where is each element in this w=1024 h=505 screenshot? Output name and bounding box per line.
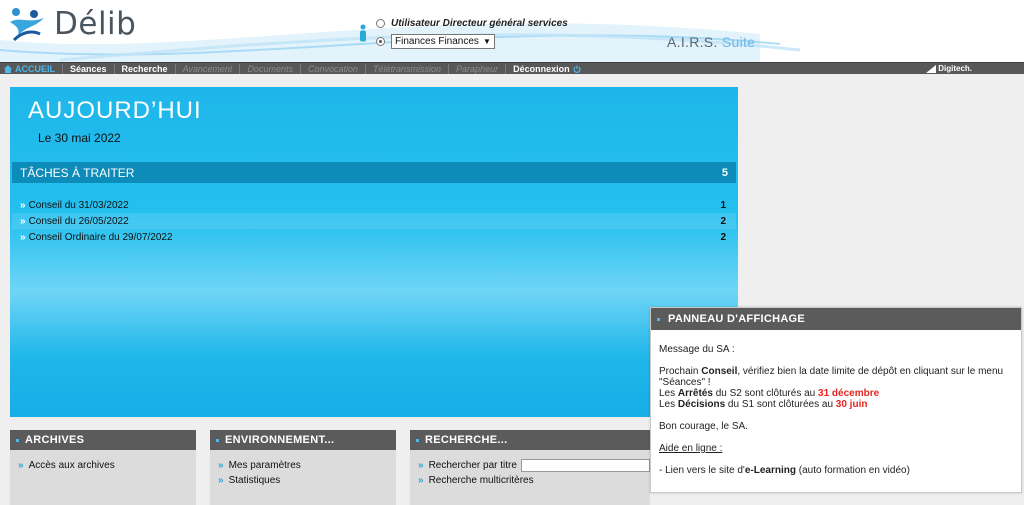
- task-row[interactable]: » Conseil du 31/03/2022 1: [12, 197, 736, 213]
- nav-item-convocation: Convocation: [299, 63, 365, 74]
- search-title-input[interactable]: [520, 459, 650, 472]
- billboard-header: PANNEAU D'AFFICHAGE: [651, 308, 1021, 330]
- task-row[interactable]: » Conseil Ordinaire du 29/07/2022 2: [12, 229, 736, 245]
- environnement-header: ENVIRONNEMENT...: [210, 430, 396, 450]
- elearning-link[interactable]: - Lien vers le site d'e-Learning (auto f…: [659, 465, 1013, 476]
- app-name: Délib: [54, 6, 137, 42]
- nav-item-seances[interactable]: Séances: [62, 63, 114, 74]
- task-row[interactable]: » Conseil du 26/05/2022 2: [12, 213, 736, 229]
- delib-logo-icon: [10, 8, 44, 42]
- task-label: Conseil du 26/05/2022: [28, 215, 129, 227]
- billboard-panel: PANNEAU D'AFFICHAGE Message du SA : Proc…: [650, 307, 1022, 493]
- chevron-down-icon: ▼: [482, 37, 491, 46]
- nav-item-parapheur: Parapheur: [448, 63, 505, 74]
- today-date: Le 30 mai 2022: [38, 131, 121, 145]
- app-header: Délib Utilisateur Directeur général serv…: [0, 0, 1024, 62]
- help-title: Aide en ligne :: [659, 443, 723, 454]
- nav-item-teletransmission: Télétransmission: [365, 63, 448, 74]
- bullet-icon: »: [18, 460, 24, 471]
- airs-suite-brand: A.I.R.S. Suite: [667, 34, 755, 50]
- nav-item-accueil[interactable]: ACCUEIL: [0, 64, 62, 74]
- square-icon: [657, 317, 660, 321]
- user-icon: [360, 24, 366, 42]
- environnement-panel: ENVIRONNEMENT... » Mes paramètres » Statis…: [210, 430, 396, 505]
- billboard-intro: Message du SA :: [659, 344, 735, 355]
- billboard-message: Message du SA : Prochain Conseil, vérifi…: [651, 330, 1021, 476]
- bullet-icon: »: [218, 460, 224, 471]
- user-radio[interactable]: [376, 19, 385, 28]
- today-title: AUJOURD’HUI: [28, 97, 202, 124]
- bullet-icon: »: [20, 215, 26, 227]
- billboard-line-decisions: Les Décisions du S1 sont clôturées au 30…: [659, 399, 868, 410]
- bullet-icon: »: [418, 475, 424, 486]
- tasks-header: TÂCHES À TRAITER 5: [12, 162, 736, 183]
- nav-item-documents: Documents: [239, 63, 300, 74]
- nav-item-avancement: Avancement: [174, 63, 240, 74]
- recherche-header: RECHERCHE...: [410, 430, 650, 450]
- power-icon: [573, 65, 581, 73]
- task-count: 1: [720, 199, 726, 211]
- home-icon: [4, 64, 12, 73]
- task-count: 2: [720, 215, 726, 227]
- square-icon: [416, 438, 419, 442]
- user-label: Utilisateur Directeur général services: [391, 18, 568, 29]
- header-swoosh-decoration: [0, 23, 801, 62]
- service-radio[interactable]: [376, 37, 385, 46]
- task-label: Conseil du 31/03/2022: [28, 199, 129, 211]
- nav-item-recherche[interactable]: Recherche: [113, 63, 175, 74]
- delib-logo[interactable]: Délib: [6, 4, 136, 44]
- bullet-icon: »: [218, 475, 224, 486]
- tasks-title: TÂCHES À TRAITER: [20, 165, 135, 180]
- billboard-signoff: Bon courage, le SA.: [659, 421, 748, 432]
- billboard-line-conseil: Prochain Conseil, vérifiez bien la date …: [659, 366, 1004, 388]
- nav-item-deconnexion[interactable]: Déconnexion: [505, 63, 588, 74]
- today-panel: AUJOURD’HUI Le 30 mai 2022 TÂCHES À TRAI…: [10, 87, 738, 417]
- billboard-line-arretes: Les Arrêtés du S2 sont clôturés au 31 dé…: [659, 388, 880, 399]
- bullet-icon: »: [20, 231, 26, 243]
- archives-panel: ARCHIVES » Accès aux archives: [10, 430, 196, 505]
- my-settings-link[interactable]: » Mes paramètres: [218, 458, 396, 473]
- bullet-icon: »: [418, 460, 424, 471]
- bullet-icon: »: [20, 199, 26, 211]
- digitech-logo: Digitech.: [926, 64, 972, 73]
- service-select[interactable]: Finances Finances ▼: [391, 34, 495, 49]
- archives-link[interactable]: » Accès aux archives: [18, 458, 196, 473]
- tasks-list: » Conseil du 31/03/2022 1 » Conseil du 26/…: [12, 197, 736, 245]
- square-icon: [216, 438, 219, 442]
- task-label: Conseil Ordinaire du 29/07/2022: [28, 231, 173, 243]
- recherche-panel: RECHERCHE... » Rechercher par titre » Rech…: [410, 430, 650, 505]
- digitech-icon: [926, 64, 937, 73]
- brand-main: A.I.R.S.: [667, 34, 718, 50]
- brand-suite: Suite: [721, 34, 756, 50]
- archives-header: ARCHIVES: [10, 430, 196, 450]
- search-by-title-link[interactable]: » Rechercher par titre: [418, 458, 650, 473]
- multicriteria-search-link[interactable]: » Recherche multicritères: [418, 473, 650, 488]
- service-select-value: Finances Finances: [395, 36, 479, 47]
- tasks-count: 5: [721, 166, 728, 179]
- task-count: 2: [720, 231, 726, 243]
- main-nav: ACCUEIL Séances Recherche Avancement Doc…: [0, 62, 1024, 74]
- square-icon: [16, 438, 19, 442]
- statistics-link[interactable]: » Statistiques: [218, 473, 396, 488]
